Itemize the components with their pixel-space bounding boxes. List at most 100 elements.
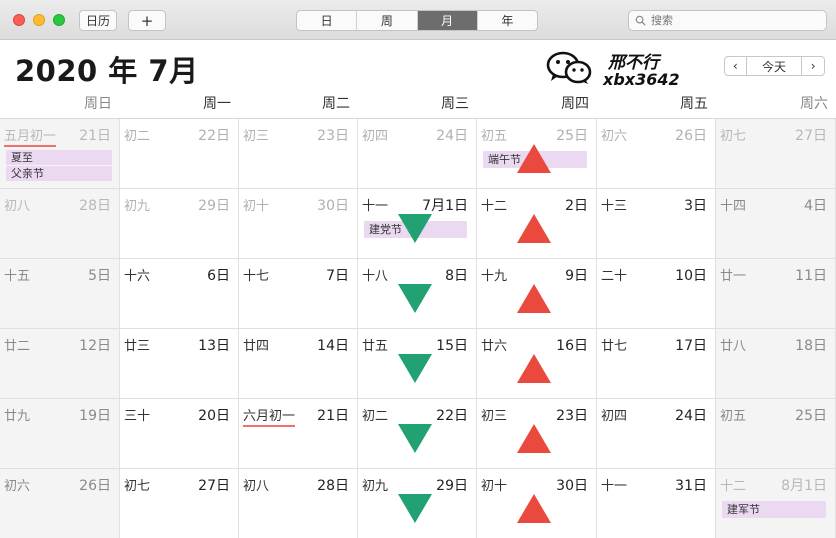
lunar-date: 十九 [481, 269, 508, 284]
solar-date: 21日 [317, 408, 349, 424]
search-input[interactable] [651, 14, 811, 27]
day-cell[interactable]: 初四 24日 [358, 119, 477, 189]
day-cell[interactable]: 十五 5日 [0, 259, 120, 329]
lunar-date: 初三 [243, 129, 270, 144]
day-cell[interactable]: 十二 8月1日建军节 [716, 469, 836, 538]
view-month-tab[interactable]: 月 [417, 11, 478, 30]
day-cell[interactable]: 初四 24日 [597, 399, 716, 469]
lunar-date: 十五 [4, 269, 31, 284]
lunar-date: 十二 [481, 199, 508, 214]
close-window-button[interactable] [13, 14, 25, 26]
lunar-date: 初八 [4, 199, 31, 214]
day-cell[interactable]: 十七 7日 [239, 259, 358, 329]
minimize-window-button[interactable] [33, 14, 45, 26]
lunar-date: 初四 [362, 129, 389, 144]
view-week-tab[interactable]: 周 [357, 11, 418, 30]
search-box[interactable] [628, 10, 827, 31]
day-cell[interactable]: 五月初一 21日 夏至 父亲节 [0, 119, 120, 189]
solar-date: 20日 [198, 408, 230, 424]
lunar-date: 初八 [243, 479, 270, 494]
solar-date: 19日 [79, 408, 111, 424]
lunar-date: 廿七 [601, 339, 628, 354]
view-year-tab[interactable]: 年 [478, 11, 537, 30]
day-cell[interactable]: 廿三 13日 [120, 329, 239, 399]
red-up-arrow [517, 284, 551, 313]
lunar-date: 廿八 [720, 339, 747, 354]
weekday-label: 周四 [561, 96, 589, 112]
day-cell[interactable]: 十六 6日 [120, 259, 239, 329]
calendar-event[interactable]: 夏至 [6, 150, 112, 165]
solar-date: 27日 [795, 128, 827, 144]
green-down-arrow [397, 494, 432, 523]
day-cell[interactable]: 初九 29日 [120, 189, 239, 259]
solar-date: 16日 [556, 338, 588, 354]
day-cell[interactable]: 初六 26日 [597, 119, 716, 189]
day-cell[interactable]: 初二 22日 [120, 119, 239, 189]
green-down-arrow [397, 354, 432, 383]
solar-date: 8月1日 [781, 478, 827, 494]
month-title: 2020 年 7月 [15, 54, 199, 88]
solar-date: 7月1日 [422, 198, 468, 214]
weekday-label: 周五 [680, 96, 708, 112]
lunar-date: 初九 [362, 479, 389, 494]
previous-month-button[interactable]: ‹ [725, 57, 747, 75]
day-cell[interactable]: 十一 31日 [597, 469, 716, 538]
day-cell[interactable]: 初五 25日 [716, 399, 836, 469]
day-cell[interactable]: 初十 30日 [239, 189, 358, 259]
solar-date: 15日 [436, 338, 468, 354]
add-event-button[interactable]: + [128, 10, 166, 31]
today-button[interactable]: 今天 [747, 57, 803, 75]
lunar-date: 初四 [601, 409, 628, 424]
lunar-date: 十八 [362, 269, 389, 284]
day-cell[interactable]: 十四 4日 [716, 189, 836, 259]
solar-date: 2日 [565, 198, 588, 214]
day-cell[interactable]: 初七 27日 [716, 119, 836, 189]
solar-date: 28日 [79, 198, 111, 214]
day-cell[interactable]: 廿九 19日 [0, 399, 120, 469]
day-cell[interactable]: 廿七 17日 [597, 329, 716, 399]
lunar-date: 十六 [124, 269, 151, 284]
solar-date: 24日 [675, 408, 707, 424]
weekday-header: 周日 周一 周二 周三 周四 周五 周六 [0, 88, 836, 118]
day-cell[interactable]: 二十 10日 [597, 259, 716, 329]
day-cell[interactable]: 十三 3日 [597, 189, 716, 259]
day-cell[interactable]: 初三 23日 [239, 119, 358, 189]
solar-date: 17日 [675, 338, 707, 354]
solar-date: 30日 [317, 198, 349, 214]
solar-date: 23日 [556, 408, 588, 424]
solar-date: 11日 [795, 268, 827, 284]
lunar-date: 十一 [601, 479, 628, 494]
title-bar: 日历 + 日 周 月 年 [0, 0, 836, 40]
calendar-event[interactable]: 父亲节 [6, 166, 112, 181]
lunar-date: 十三 [601, 199, 628, 214]
green-down-arrow [397, 214, 432, 243]
solar-date: 3日 [684, 198, 707, 214]
day-cell[interactable]: 初八 28日 [0, 189, 120, 259]
day-cell[interactable]: 六月初一 21日 [239, 399, 358, 469]
day-cell[interactable]: 廿四 14日 [239, 329, 358, 399]
lunar-date: 廿三 [124, 339, 151, 354]
view-day-tab[interactable]: 日 [297, 11, 358, 30]
day-cell[interactable]: 初七 27日 [120, 469, 239, 538]
lunar-date: 初七 [720, 129, 747, 144]
weekday-label: 周六 [800, 96, 828, 112]
zoom-window-button[interactable] [53, 14, 65, 26]
lunar-date: 初七 [124, 479, 151, 494]
next-month-button[interactable]: › [802, 57, 824, 75]
lunar-date: 五月初一 [4, 125, 57, 147]
day-cell[interactable]: 廿八 18日 [716, 329, 836, 399]
day-cell[interactable]: 廿一 11日 [716, 259, 836, 329]
calendars-button[interactable]: 日历 [79, 10, 117, 31]
day-cell[interactable]: 初六 26日 [0, 469, 120, 538]
calendar-event[interactable]: 建军节 [722, 501, 826, 518]
lunar-date: 廿五 [362, 339, 389, 354]
red-up-arrow [517, 494, 551, 523]
green-down-arrow [397, 424, 432, 453]
day-cell[interactable]: 初八 28日 [239, 469, 358, 538]
day-cell[interactable]: 三十 20日 [120, 399, 239, 469]
lunar-date: 初十 [243, 199, 270, 214]
lunar-date: 二十 [601, 269, 628, 284]
day-cell[interactable]: 廿二 12日 [0, 329, 120, 399]
solar-date: 23日 [317, 128, 349, 144]
lunar-date: 十二 [720, 479, 747, 494]
